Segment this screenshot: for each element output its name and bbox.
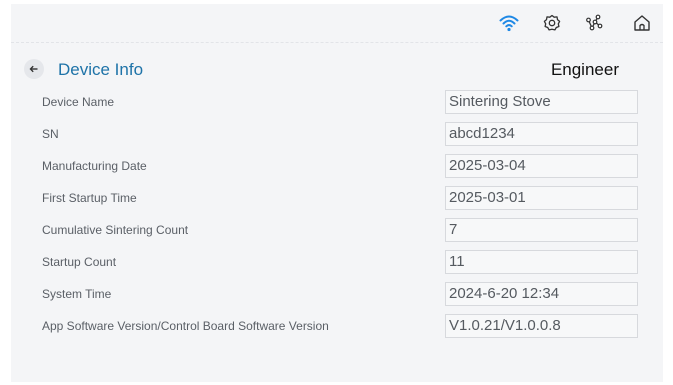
manufacturing-date-label: Manufacturing Date: [42, 159, 147, 173]
info-row-software-version: App Software Version/Control Board Softw…: [11, 314, 663, 338]
startup-count-field[interactable]: 11: [445, 250, 638, 274]
info-row-device-name: Device Name Sintering Stove: [11, 90, 663, 114]
sintering-count-field[interactable]: 7: [445, 218, 638, 242]
home-icon[interactable]: [632, 13, 652, 33]
page-title: Device Info: [58, 60, 144, 79]
software-version-label: App Software Version/Control Board Softw…: [42, 319, 329, 333]
wifi-icon[interactable]: [499, 13, 519, 33]
sn-field[interactable]: abcd1234: [445, 122, 638, 146]
info-row-first-startup-time: First Startup Time 2025-03-01: [11, 186, 663, 210]
device-screen: Device Info Engineer Device Name Sinteri…: [11, 4, 663, 382]
first-startup-time-label: First Startup Time: [42, 191, 137, 205]
page-header: Device Info Engineer: [11, 54, 663, 84]
sintering-count-label: Cumulative Sintering Count: [42, 223, 189, 237]
device-name-field[interactable]: Sintering Stove: [445, 90, 638, 114]
status-bar: [11, 4, 663, 43]
device-name-label: Device Name: [42, 95, 115, 109]
startup-count-label: Startup Count: [42, 255, 117, 269]
back-button[interactable]: [24, 59, 44, 79]
user-role-label[interactable]: Engineer: [551, 60, 619, 80]
settings-icon[interactable]: [542, 13, 562, 33]
arrow-left-icon: [29, 65, 38, 73]
software-version-field[interactable]: V1.0.21/V1.0.0.8: [445, 314, 638, 338]
first-startup-time-field[interactable]: 2025-03-01: [445, 186, 638, 210]
info-row-sn: SN abcd1234: [11, 122, 663, 146]
manufacturing-date-field[interactable]: 2025-03-04: [445, 154, 638, 178]
info-row-manufacturing-date: Manufacturing Date 2025-03-04: [11, 154, 663, 178]
system-time-field[interactable]: 2024-6-20 12:34: [445, 282, 638, 306]
info-row-startup-count: Startup Count 11: [11, 250, 663, 274]
network-icon[interactable]: [584, 13, 604, 33]
sn-label: SN: [42, 127, 59, 141]
system-time-label: System Time: [42, 287, 112, 301]
info-row-sintering-count: Cumulative Sintering Count 7: [11, 218, 663, 242]
info-row-system-time: System Time 2024-6-20 12:34: [11, 282, 663, 306]
